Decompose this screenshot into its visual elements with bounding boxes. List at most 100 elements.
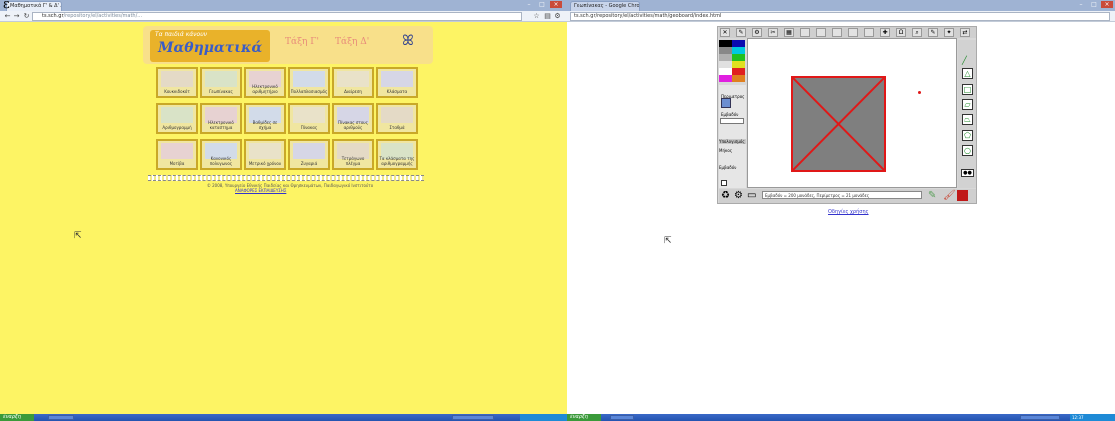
forward-icon[interactable]: → bbox=[12, 12, 21, 21]
parallelogram-tool-icon[interactable]: ▱ bbox=[962, 99, 973, 110]
maximize-icon-right[interactable]: □ bbox=[1088, 1, 1100, 8]
activity-tile[interactable]: Ηλεκτρονικό καταστημα bbox=[200, 103, 242, 134]
add-icon[interactable]: ✚ bbox=[880, 28, 890, 37]
grade-d-link[interactable]: Τάξη Δ' bbox=[335, 37, 369, 47]
color-swatch[interactable] bbox=[732, 75, 745, 82]
system-tray bbox=[520, 414, 567, 421]
drawn-square[interactable] bbox=[791, 76, 886, 172]
perimeter-tool-icon[interactable] bbox=[721, 98, 731, 108]
activity-tile[interactable]: Μοτίβα bbox=[156, 139, 198, 170]
blank-icon[interactable] bbox=[832, 28, 842, 37]
blank-icon[interactable] bbox=[848, 28, 858, 37]
back-icon[interactable]: ← bbox=[3, 12, 12, 21]
activity-tile[interactable]: Κλάσματα bbox=[376, 67, 418, 98]
ribbon-icon[interactable]: ꕤ bbox=[400, 33, 416, 49]
right-url-input[interactable]: ts.sch.gr/repository/el/activities/math/… bbox=[570, 12, 1110, 21]
tab-left[interactable]: Μαθηματικά Γ' & Δ' Δημοτικού bbox=[6, 1, 62, 11]
color-swatch[interactable] bbox=[732, 40, 745, 47]
delete-icon[interactable]: ✕ bbox=[720, 28, 730, 37]
taskbar-item[interactable] bbox=[1020, 415, 1060, 420]
activity-label: Αριθμογραμμή bbox=[162, 125, 192, 130]
measure-tool-icon[interactable]: ▭ bbox=[747, 190, 756, 201]
settings-icon[interactable]: ⚙ bbox=[752, 28, 762, 37]
activity-thumbnail bbox=[381, 71, 413, 87]
blank-icon[interactable] bbox=[864, 28, 874, 37]
maximize-icon[interactable]: □ bbox=[536, 1, 548, 8]
activity-tile[interactable]: Πολλαπλασιασμός bbox=[288, 67, 330, 98]
peg-point[interactable] bbox=[918, 91, 921, 94]
color-swatch[interactable] bbox=[732, 54, 745, 61]
start-button-right[interactable]: έναρξη bbox=[567, 414, 601, 421]
panel-label-calc[interactable]: Υπολογισμός bbox=[719, 139, 746, 144]
activity-label: Κανονικός πολυγωνος bbox=[209, 156, 233, 166]
minimize-icon-right[interactable]: – bbox=[1075, 1, 1087, 8]
trapezoid-tool-icon[interactable]: ⏢ bbox=[962, 114, 973, 125]
activity-tile[interactable]: Γεωπίνακας bbox=[200, 67, 242, 98]
reload-icon[interactable]: ↻ bbox=[22, 12, 31, 21]
activity-tile[interactable]: Αριθμογραμμή bbox=[156, 103, 198, 134]
color-swatch[interactable] bbox=[719, 61, 732, 68]
zoom-icon[interactable]: ⌕ bbox=[912, 28, 922, 37]
pencil-icon[interactable]: ✎ bbox=[928, 190, 936, 201]
activity-tile[interactable]: Μετρικό χρόνου bbox=[244, 139, 286, 170]
brush-icon[interactable]: 🖌 bbox=[943, 190, 956, 201]
activity-tile[interactable]: Κουκκιδοκότ bbox=[156, 67, 198, 98]
color-swatch[interactable] bbox=[732, 47, 745, 54]
activity-tile[interactable]: Τα κλάσματα της αριθμογραμμής bbox=[376, 139, 418, 170]
taskbar-item[interactable] bbox=[48, 415, 74, 420]
erase-tool-icon[interactable]: ⚙ bbox=[734, 190, 743, 201]
activity-tile[interactable]: Πίνακας bbox=[288, 103, 330, 134]
tab-right[interactable]: Γεωπίνακας - Google Chrome bbox=[570, 1, 640, 11]
stop-icon[interactable] bbox=[957, 190, 968, 201]
site-logo[interactable]: Μαθηματικά bbox=[158, 40, 262, 56]
activity-tile[interactable]: Πίνακας στους αριθμούς bbox=[332, 103, 374, 134]
grade-c-link[interactable]: Τάξη Γ' bbox=[285, 37, 319, 47]
rotate-tool-icon[interactable]: ♻ bbox=[721, 190, 730, 201]
omega-icon[interactable]: Ω bbox=[896, 28, 906, 37]
pentagon-tool-icon[interactable]: ⬠ bbox=[962, 130, 973, 141]
cut-icon[interactable]: ✂ bbox=[768, 28, 778, 37]
color-swatch[interactable] bbox=[732, 68, 745, 75]
grid-icon[interactable]: ▦ bbox=[784, 28, 794, 37]
swap-icon[interactable]: ⇄ bbox=[960, 28, 970, 37]
close-icon-right[interactable]: × bbox=[1101, 1, 1113, 8]
color-swatch[interactable] bbox=[719, 75, 732, 82]
color-swatch[interactable] bbox=[719, 54, 732, 61]
instructions-link[interactable]: Οδηγίες χρήσης bbox=[828, 209, 869, 215]
circle-tool-icon[interactable]: ○ bbox=[962, 145, 973, 156]
activity-tile[interactable]: Κανονικός πολυγωνος bbox=[200, 139, 242, 170]
blank-icon[interactable] bbox=[816, 28, 826, 37]
blank-icon[interactable] bbox=[800, 28, 810, 37]
pen-icon[interactable]: ✎ bbox=[928, 28, 938, 37]
activity-tile[interactable]: Ζυγαριά bbox=[288, 139, 330, 170]
left-titlebar bbox=[0, 0, 567, 11]
activity-label: Σταθμά bbox=[389, 125, 405, 130]
zoom-stepper[interactable] bbox=[720, 118, 744, 124]
square-tool-icon[interactable]: □ bbox=[962, 84, 973, 95]
color-swatch[interactable] bbox=[719, 68, 732, 75]
close-icon[interactable]: × bbox=[550, 1, 562, 8]
page-icon[interactable]: ▤ bbox=[543, 12, 552, 21]
taskbar-item[interactable] bbox=[610, 415, 634, 420]
color-swatch[interactable] bbox=[719, 47, 732, 54]
dots-toggle[interactable]: ●● bbox=[961, 169, 974, 177]
activity-tile[interactable]: Σταθμά bbox=[376, 103, 418, 134]
color-swatch[interactable] bbox=[719, 40, 732, 47]
minimize-icon[interactable]: – bbox=[523, 1, 535, 8]
activity-tile[interactable]: Βαθμίδες σε σχήμα bbox=[244, 103, 286, 134]
left-url-input[interactable]: ts.sch.gr/repository/el/activities/math/… bbox=[32, 12, 522, 21]
checkbox[interactable] bbox=[721, 180, 727, 186]
star-icon[interactable]: ✦ bbox=[944, 28, 954, 37]
taskbar-item[interactable] bbox=[452, 415, 494, 420]
wrench-icon[interactable]: ⚙ bbox=[553, 12, 562, 21]
fill-icon[interactable]: ✎ bbox=[736, 28, 746, 37]
line-tool-icon[interactable]: ╱ bbox=[962, 56, 967, 65]
start-button[interactable]: έναρξη bbox=[0, 414, 34, 421]
footer-link[interactable]: ΑΝΑΦΟΡΕΣ ΕΚΠΑΙΔΕΥΣΗΣ bbox=[235, 188, 286, 193]
star-icon[interactable]: ☆ bbox=[532, 12, 541, 21]
activity-tile[interactable]: Ηλεκτρονικό αριθμητήριο bbox=[244, 67, 286, 98]
triangle-tool-icon[interactable]: △ bbox=[962, 68, 973, 79]
activity-tile[interactable]: Τετράγωνο πλέγμα bbox=[332, 139, 374, 170]
color-swatch[interactable] bbox=[732, 61, 745, 68]
activity-tile[interactable]: Διαίρεση bbox=[332, 67, 374, 98]
